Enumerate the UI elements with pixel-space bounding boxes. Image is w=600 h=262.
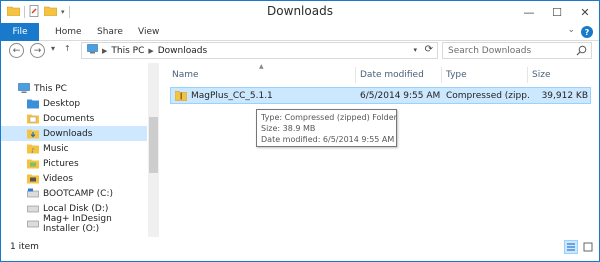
nav-item-label: Videos [43,173,73,184]
tooltip-type: Type: Compressed (zipped) Folder [261,113,397,122]
search-box[interactable]: Search Downloads [442,42,592,59]
file-name: MagPlus_CC_5.1.1 [191,90,273,101]
breadcrumb-this-pc[interactable]: This PC [111,46,144,56]
maximize-button[interactable]: ☐ [543,1,571,23]
title-bar: ▾ Downloads — ☐ ✕ [1,1,599,23]
file-tooltip: Type: Compressed (zipped) Folder Size: 3… [256,109,397,147]
file-list: ▲ Name Date modified Type Size MagPlus_C… [162,63,599,237]
breadcrumb-separator-icon[interactable]: ▶ [148,47,153,55]
breadcrumb-separator-icon[interactable]: ▶ [102,47,107,55]
minimize-icon: — [523,5,535,19]
nav-item-label: Pictures [43,158,79,169]
item-count: 1 item [10,242,39,252]
nav-item-label: Music [43,143,69,154]
nav-item-mag-installer[interactable]: Mag+ InDesign Installer (O:) [1,213,147,234]
downloads-folder-icon [27,128,39,139]
ribbon-tabs: File Home Share View ⌄ ? [1,23,599,41]
recent-locations-icon[interactable]: ▾ [51,44,55,53]
close-icon: ✕ [580,5,590,19]
drive-icon [27,218,39,229]
drive-icon [27,203,39,214]
nav-item-label: Mag+ InDesign Installer (O:) [43,213,112,234]
scrollbar-thumb[interactable] [149,117,158,173]
nav-item-music[interactable]: ♪ Music [1,141,147,156]
refresh-icon[interactable]: ⟳ [425,44,433,55]
desktop-folder-icon [27,98,39,109]
breadcrumb-downloads[interactable]: Downloads [158,46,207,56]
nav-item-label: Documents [43,113,95,124]
tab-home[interactable]: Home [55,23,82,41]
nav-item-label: This PC [34,83,67,94]
details-view-icon [567,243,575,251]
search-input[interactable]: Search Downloads [448,46,531,56]
file-date: 6/5/2014 9:55 AM [360,90,441,101]
search-icon[interactable] [576,45,587,59]
nav-item-bootcamp[interactable]: BOOTCAMP (C:) [1,186,147,201]
address-bar[interactable]: ▶ This PC ▶ Downloads ▾ ⟳ [81,42,438,59]
svg-text:♪: ♪ [31,148,35,155]
nav-item-label: BOOTCAMP (C:) [43,188,113,199]
window-controls: — ☐ ✕ [515,1,599,23]
arrow-left-icon: ← [12,45,21,56]
nav-item-documents[interactable]: Documents [1,111,147,126]
navigation-pane: This PC Desktop Documents Downloads ♪ Mu… [1,63,161,237]
nav-item-pictures[interactable]: Pictures [1,156,147,171]
help-icon[interactable]: ? [581,26,593,38]
arrow-right-icon: → [33,45,42,56]
tooltip-size: Size: 38.9 MB [261,124,316,133]
window-title: Downloads [267,4,333,18]
address-history-icon[interactable]: ▾ [413,46,417,54]
tooltip-date: Date modified: 6/5/2014 9:55 AM [261,135,395,144]
nav-item-desktop[interactable]: Desktop [1,96,147,111]
status-bar: 1 item [1,237,599,261]
nav-item-videos[interactable]: Videos [1,171,147,186]
tab-file[interactable]: File [1,23,39,41]
zip-folder-icon [175,88,189,103]
nav-item-label: Downloads [43,128,93,139]
drive-icon [27,188,39,199]
videos-folder-icon [27,173,39,184]
computer-icon [18,83,30,94]
pictures-folder-icon [27,158,39,169]
navigation-pane-scrollbar[interactable] [148,63,159,237]
column-header-date[interactable]: Date modified [355,67,440,83]
minimize-button[interactable]: — [515,1,543,23]
tab-share[interactable]: Share [97,23,123,41]
explorer-window: ▾ Downloads — ☐ ✕ File Home Share View ⌄… [0,0,600,262]
large-icons-view-icon [583,242,593,252]
nav-item-label: Local Disk (D:) [43,203,109,214]
nav-item-downloads[interactable]: Downloads [1,126,147,141]
tab-view[interactable]: View [138,23,159,41]
maximize-icon: ☐ [552,5,562,19]
large-icons-view-button[interactable] [581,240,595,254]
documents-folder-icon [27,113,39,124]
column-header-size[interactable]: Size [527,67,587,83]
navigation-bar: ← → ▾ ↑ ▶ This PC ▶ Downloads ▾ ⟳ Search… [1,41,599,61]
close-button[interactable]: ✕ [571,1,599,23]
nav-item-label: Desktop [43,98,81,109]
back-button[interactable]: ← [9,43,24,58]
column-header-name[interactable]: Name [167,67,354,83]
forward-button[interactable]: → [30,43,45,58]
details-view-button[interactable] [564,240,578,254]
expand-ribbon-icon[interactable]: ⌄ [567,25,575,35]
this-pc-icon [87,44,98,57]
table-row[interactable]: MagPlus_CC_5.1.1 6/5/2014 9:55 AM Compre… [170,87,591,104]
nav-item-this-pc[interactable]: This PC [1,81,147,96]
music-folder-icon: ♪ [27,143,39,155]
file-size: 39,912 KB [541,90,588,101]
column-header-type[interactable]: Type [441,67,526,83]
up-button[interactable]: ↑ [64,44,71,53]
file-type: Compressed (zipp... [446,90,530,101]
